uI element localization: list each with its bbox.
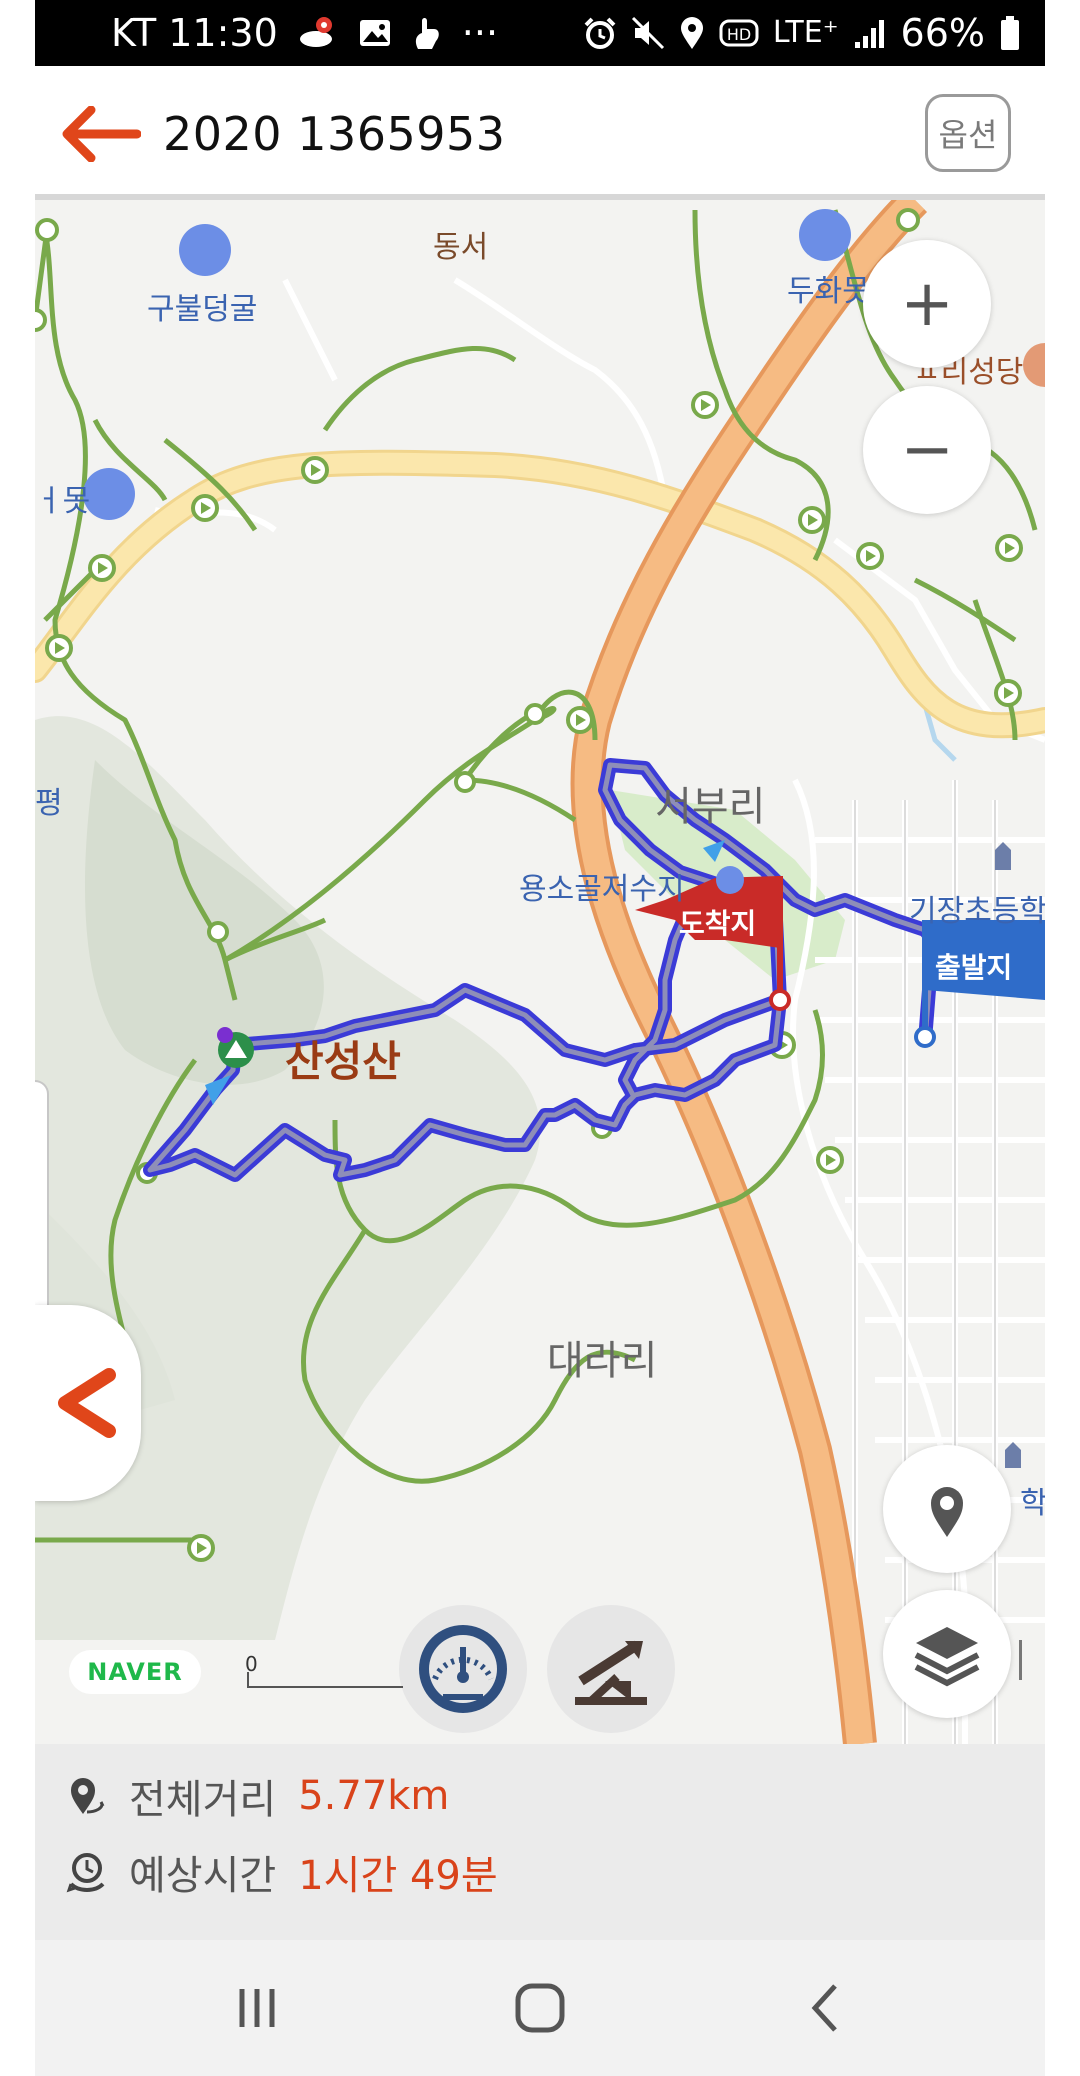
- app-bar: 2020 1365953 옵션: [35, 66, 1045, 200]
- label-left-edge: 평: [35, 786, 63, 821]
- options-button[interactable]: 옵션: [925, 94, 1011, 172]
- route-info-panel: 전체거리 5.77km 예상시간 1시간 49분: [35, 1744, 1045, 1940]
- distance-row: 전체거리 5.77km: [65, 1766, 449, 1826]
- naver-logo: NAVER: [69, 1650, 201, 1694]
- slope-icon: [575, 1640, 647, 1705]
- status-bar: KT 11:30 ··· HD LTE⁺ 66%: [35, 0, 1045, 66]
- hd-icon: HD: [719, 19, 759, 47]
- side-panel-toggle[interactable]: [35, 1305, 141, 1501]
- battery-percent: 66%: [900, 11, 985, 55]
- home-icon: [515, 1983, 565, 2033]
- alarm-icon: [584, 17, 616, 49]
- label-school-bottom: 학: [1020, 1486, 1045, 1521]
- back-icon: [811, 1984, 837, 2032]
- map-scale: 0: [245, 1652, 405, 1688]
- recent-apps-button[interactable]: [227, 1980, 287, 2036]
- location-pin-icon: [931, 1487, 963, 1537]
- map-view[interactable]: 구불덩굴 동서 두화못 ㅍ리성당 ㅓ못 서부리 용소골저수지 기장초등학 평 산…: [35, 200, 1045, 1744]
- chevron-left-icon: [58, 1368, 116, 1438]
- label-sanseongsan: 산성산: [285, 1037, 401, 1086]
- battery-icon: [1001, 16, 1019, 50]
- map-layers-button[interactable]: [883, 1590, 1011, 1718]
- distance-pin-icon: [71, 1778, 105, 1814]
- lte-icon: LTE⁺: [772, 15, 839, 50]
- zoom-in-button[interactable]: +: [863, 240, 991, 368]
- page-title: 2020 1365953: [163, 107, 506, 161]
- arrival-flag-label: 도착지: [679, 907, 757, 940]
- label-dongseo: 동서: [433, 230, 489, 265]
- svg-text:HD: HD: [727, 25, 751, 44]
- image-icon: [359, 20, 390, 46]
- speedometer-icon: [419, 1625, 507, 1713]
- label-seoburi: 서부리: [655, 784, 766, 830]
- more-dots-icon: ···: [461, 11, 499, 55]
- hand-icon: [415, 18, 439, 49]
- carrier-time: KT 11:30: [111, 11, 278, 55]
- location-icon: [680, 17, 703, 49]
- time-label: 예상시간: [129, 1853, 277, 1899]
- distance-label: 전체거리: [129, 1777, 277, 1823]
- layers-icon: [914, 1627, 980, 1687]
- label-reservoir: 용소골저수지: [519, 872, 685, 907]
- signal-icon: [854, 20, 884, 48]
- my-location-button[interactable]: [883, 1445, 1011, 1573]
- label-pond-left: ㅓ못: [35, 484, 91, 519]
- time-clock-icon: [66, 1853, 105, 1893]
- distance-value: 5.77km: [298, 1773, 450, 1819]
- map-edge-mark: [1019, 1640, 1022, 1680]
- zoom-out-button[interactable]: −: [863, 386, 991, 514]
- speed-button[interactable]: [399, 1605, 527, 1733]
- time-row: 예상시간 1시간 49분: [65, 1842, 498, 1902]
- map-pin-app-icon: [299, 17, 332, 47]
- app-frame: KT 11:30 ··· HD LTE⁺ 66% 2020 1365953 옵션: [35, 0, 1045, 2076]
- mute-icon: [631, 16, 664, 50]
- back-arrow-icon[interactable]: [57, 106, 141, 162]
- time-value: 1시간 49분: [298, 1853, 498, 1899]
- minus-icon: −: [900, 413, 954, 487]
- departure-flag-label: 출발지: [935, 951, 1013, 984]
- slope-button[interactable]: [547, 1605, 675, 1733]
- back-button[interactable]: [795, 1980, 855, 2036]
- system-nav-bar: [35, 1940, 1045, 2076]
- label-school-top: 기장초등학: [909, 894, 1045, 929]
- label-duhwa: 두화못: [787, 274, 870, 309]
- home-button[interactable]: [510, 1980, 570, 2036]
- scale-bar: [247, 1672, 403, 1688]
- recent-apps-icon: [239, 1989, 275, 2027]
- label-daerari: 대라리: [547, 1338, 658, 1384]
- plus-icon: +: [900, 267, 954, 341]
- label-gubul-cave: 구불덩굴: [147, 292, 258, 327]
